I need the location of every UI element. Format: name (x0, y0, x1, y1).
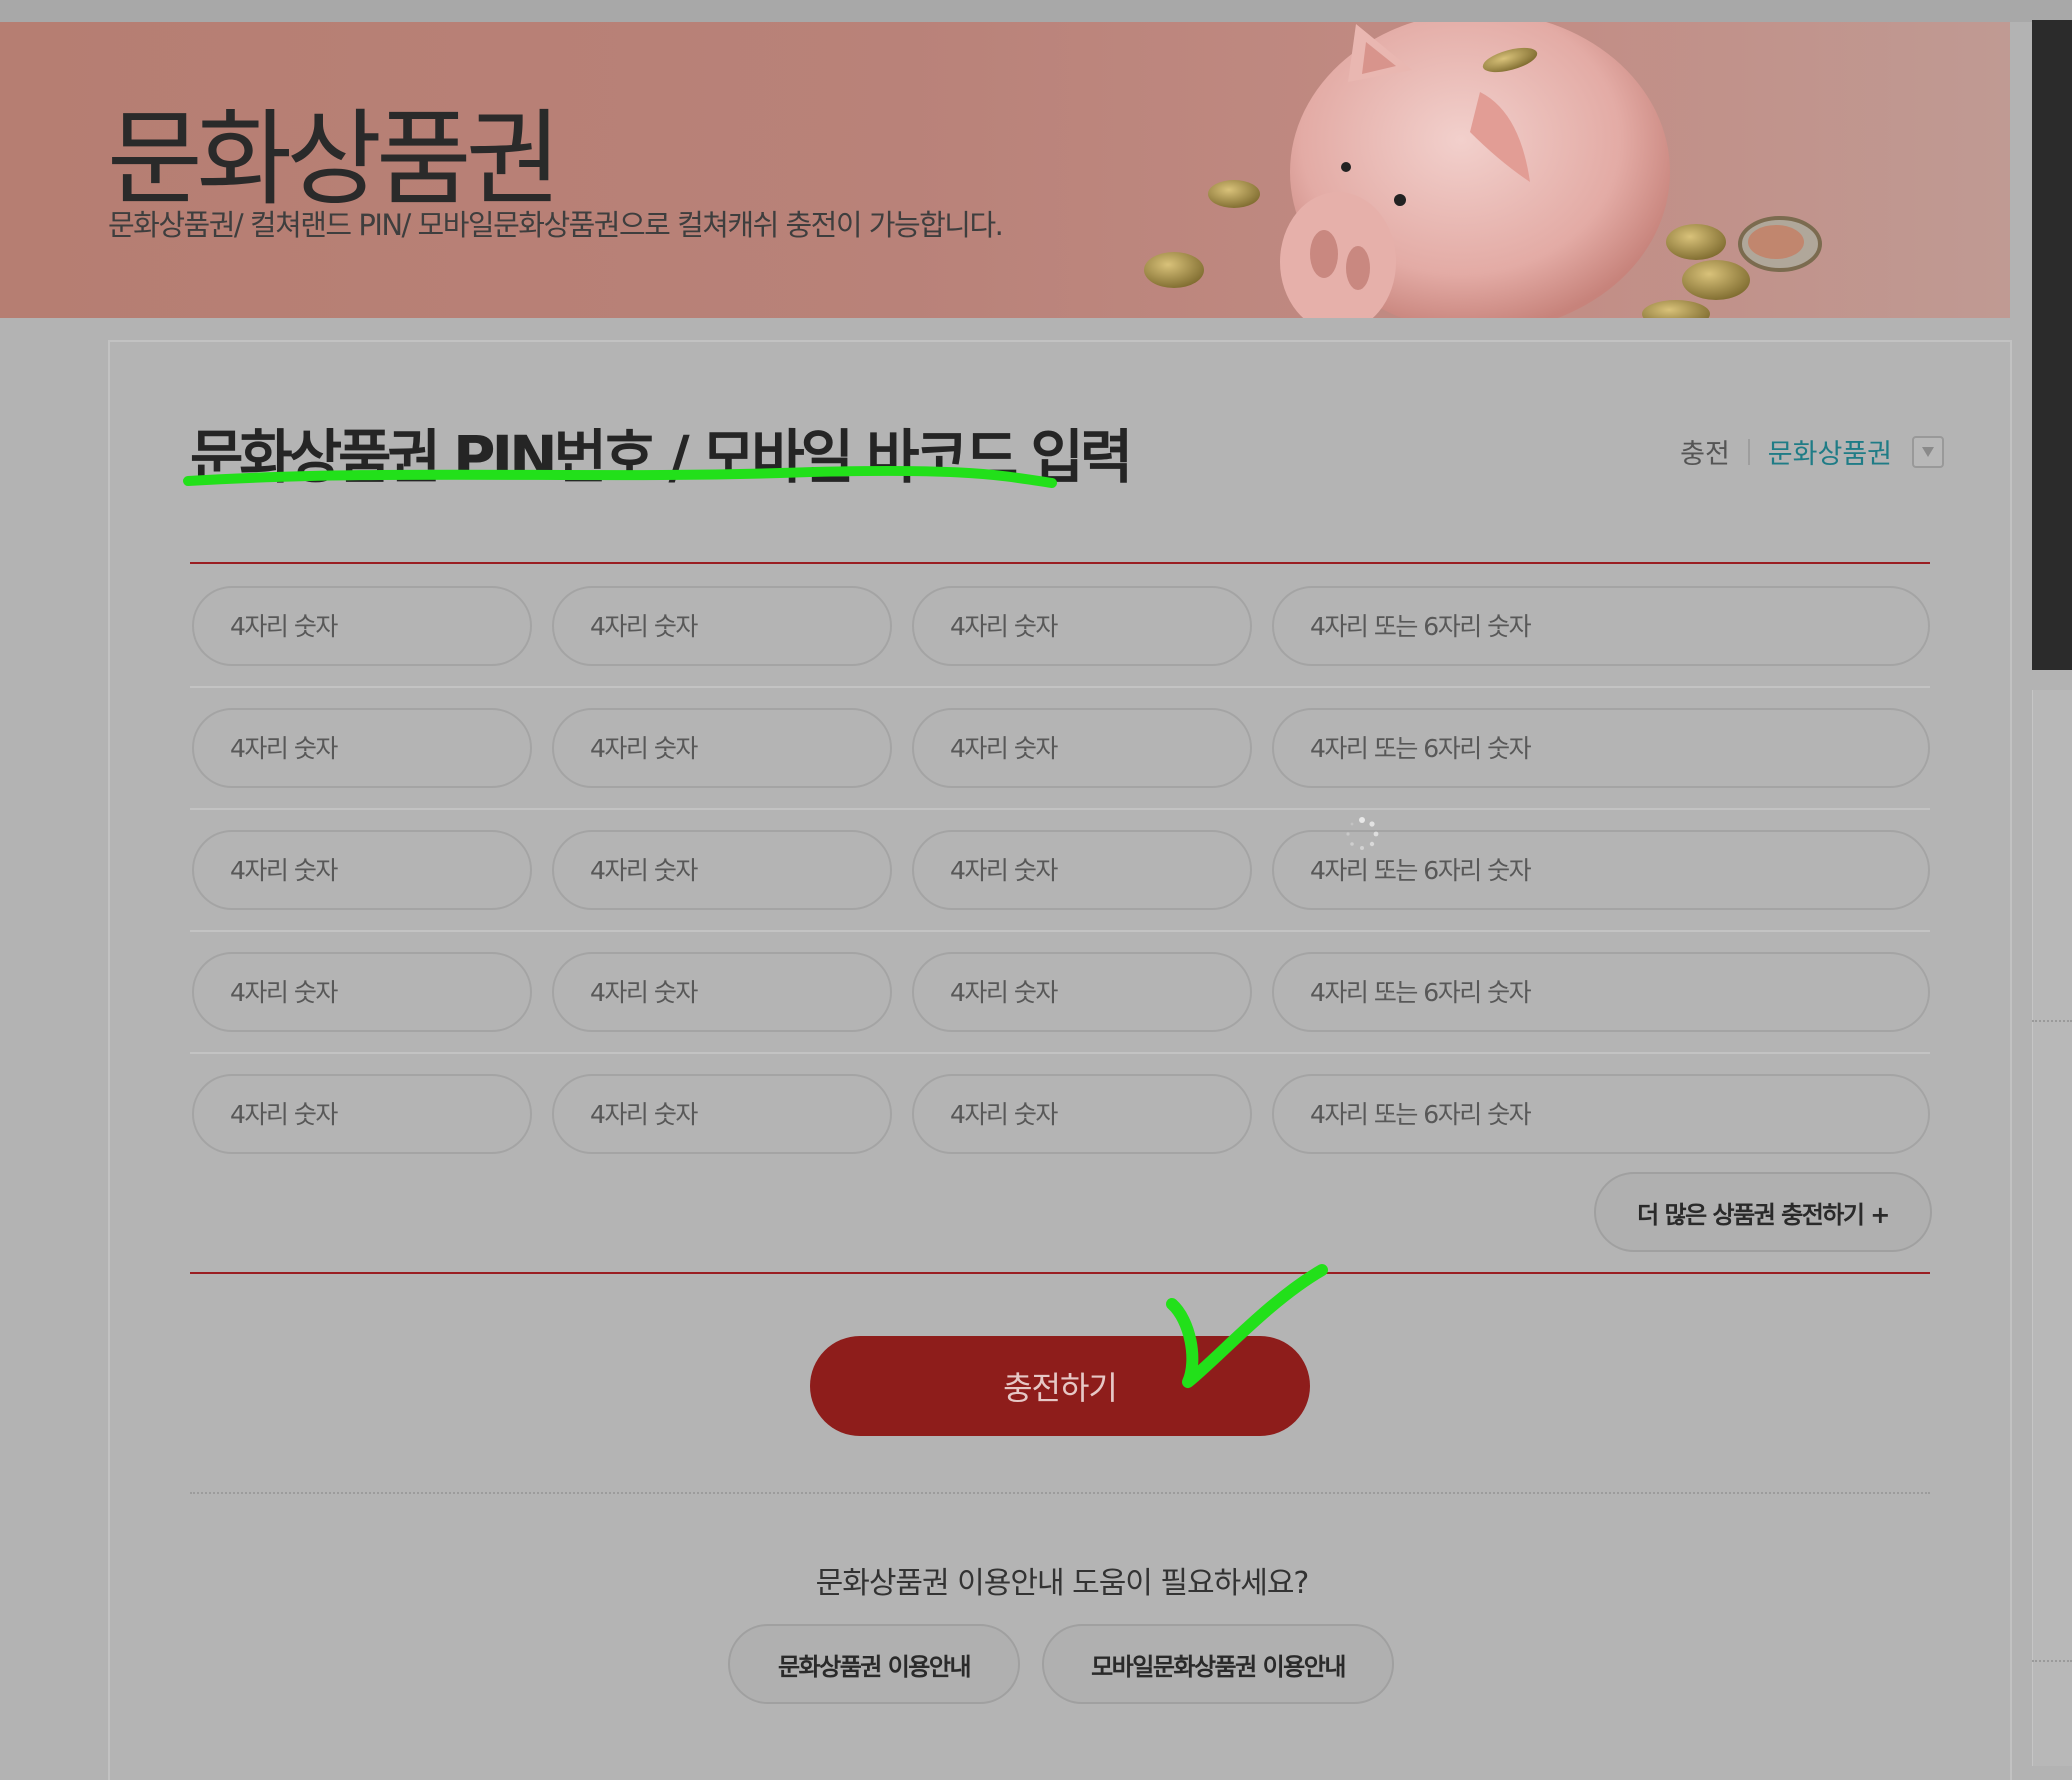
pin-input-1-1[interactable] (192, 586, 532, 666)
pin-input-4-2[interactable] (552, 952, 892, 1032)
triangle-down-icon (1922, 446, 1934, 457)
side-divider (2032, 1020, 2072, 1022)
pin-input-3-2[interactable] (552, 830, 892, 910)
breadcrumb-separator (1747, 438, 1750, 465)
pin-input-4-3[interactable] (912, 952, 1252, 1032)
piggy-bank-illustration (1144, 22, 1822, 318)
side-panel-body (2032, 690, 2072, 1766)
loading-spinner-icon (1346, 817, 1379, 850)
banner-subtitle: 문화상품권/ 컬쳐랜드 PIN/ 모바일문화상품권으로 컬쳐캐쉬 충전이 가능합… (108, 208, 1004, 242)
pin-input-3-1[interactable] (192, 830, 532, 910)
row-divider (190, 930, 1930, 932)
pin-input-1-2[interactable] (552, 586, 892, 666)
hero-banner: 문화상품권 문화상품권/ 컬쳐랜드 PIN/ 모바일문화상품권으로 컬쳐캐쉬 충… (0, 22, 2010, 318)
pin-input-4-4[interactable] (1272, 952, 1930, 1032)
section-title: 문화상품권 PIN번호 / 모바일 바코드 입력 (190, 423, 1133, 491)
pin-input-3-3[interactable] (912, 830, 1252, 910)
top-red-divider (190, 562, 1930, 564)
mobile-voucher-guide-button[interactable]: 모바일문화상품권 이용안내 (1042, 1624, 1394, 1704)
charge-button[interactable]: 충전하기 (810, 1336, 1310, 1436)
side-panel (2032, 20, 2072, 670)
pin-input-5-3[interactable] (912, 1074, 1252, 1154)
breadcrumb-current[interactable]: 문화상품권 (1768, 432, 1892, 471)
dotted-divider (190, 1492, 1930, 1494)
help-question: 문화상품권 이용안내 도움이 필요하세요? (815, 1566, 1310, 1601)
breadcrumb-dropdown-button[interactable] (1912, 435, 1944, 468)
pin-input-2-3[interactable] (912, 708, 1252, 788)
pin-input-5-4[interactable] (1272, 1074, 1930, 1154)
row-divider (190, 1052, 1930, 1054)
row-divider (190, 808, 1930, 810)
pin-input-5-2[interactable] (552, 1074, 892, 1154)
pin-input-1-4[interactable] (1272, 586, 1930, 666)
breadcrumb-home[interactable]: 충전 (1680, 432, 1730, 471)
pin-entry-card: 문화상품권 PIN번호 / 모바일 바코드 입력 충전 문화상품권 4자리 숫자… (108, 340, 2012, 1780)
pin-input-2-2[interactable] (552, 708, 892, 788)
bottom-red-divider (190, 1272, 1930, 1274)
breadcrumb: 충전 문화상품권 (1680, 432, 1944, 471)
browser-top-strip (0, 0, 2072, 22)
row-divider (190, 686, 1930, 688)
pin-input-5-1[interactable] (192, 1074, 532, 1154)
side-divider (2032, 1660, 2072, 1662)
voucher-guide-button[interactable]: 문화상품권 이용안내 (728, 1624, 1020, 1704)
more-vouchers-button[interactable]: 더 많은 상품권 충전하기 + (1594, 1172, 1932, 1252)
pin-input-4-1[interactable] (192, 952, 532, 1032)
pin-input-2-4[interactable] (1272, 708, 1930, 788)
pin-input-1-3[interactable] (912, 586, 1252, 666)
pin-input-2-1[interactable] (192, 708, 532, 788)
